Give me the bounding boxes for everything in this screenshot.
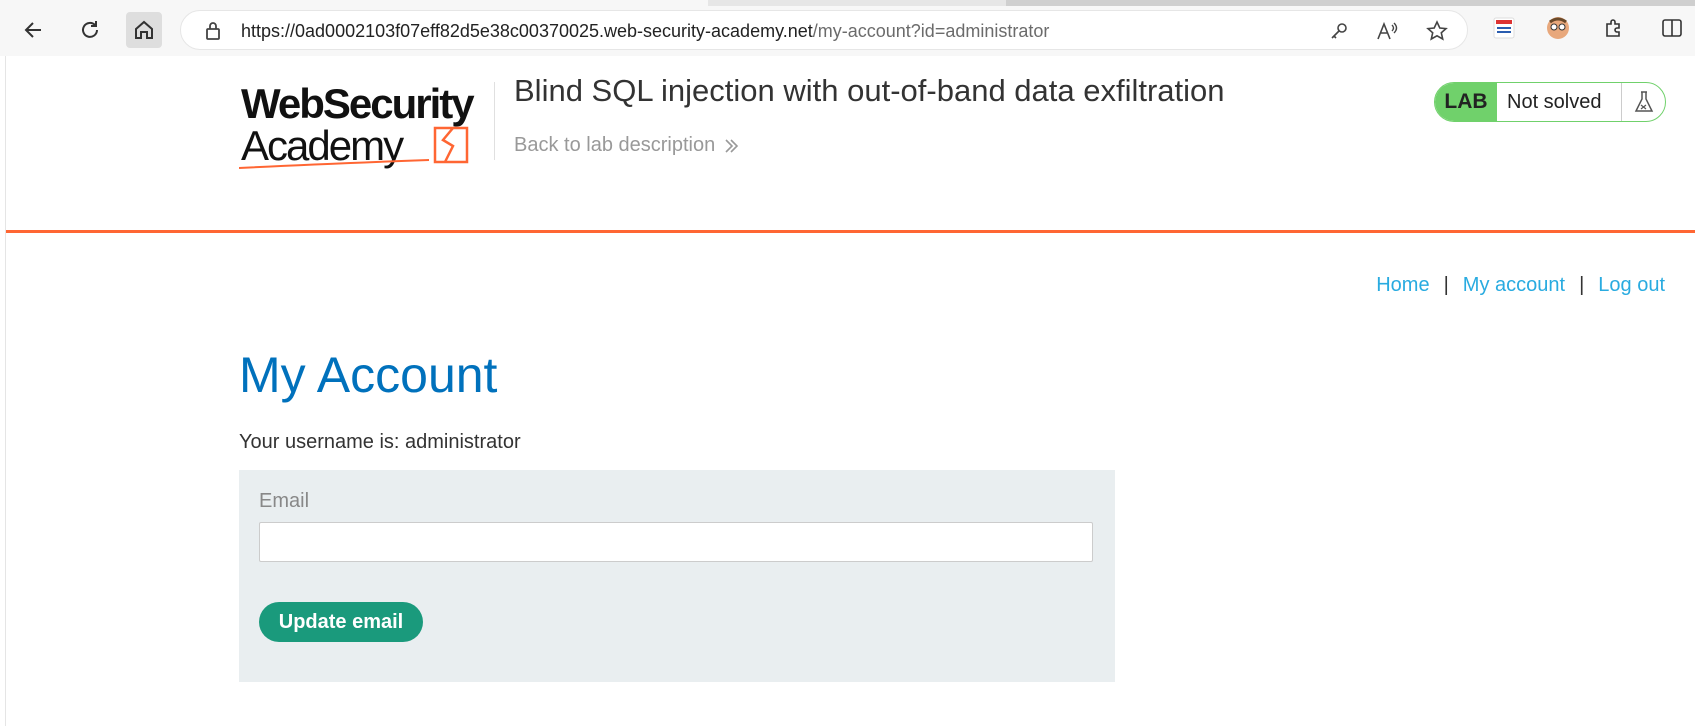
- header-divider: [494, 82, 495, 160]
- flask-icon: [1621, 83, 1665, 121]
- back-button[interactable]: [16, 12, 52, 48]
- back-link-label: Back to lab description: [514, 134, 716, 156]
- active-tab[interactable]: [0, 0, 708, 6]
- nav-my-account-link[interactable]: My account: [1463, 274, 1565, 297]
- inactive-tab[interactable]: [1006, 0, 1695, 6]
- lock-icon[interactable]: [201, 19, 225, 43]
- home-button[interactable]: [126, 12, 162, 48]
- email-label: Email: [259, 490, 310, 512]
- arrow-left-icon: [24, 22, 41, 38]
- url-host: https://0ad0002103f07eff82d5e38c00370025…: [241, 21, 813, 41]
- lab-title: Blind SQL injection with out-of-band dat…: [514, 73, 1225, 108]
- header-rule: [6, 230, 1695, 233]
- page-title: My Account: [239, 347, 498, 403]
- page-content: WebSecurity Academy Blind SQL injection …: [5, 56, 1695, 726]
- double-chevron-right-icon: [725, 138, 739, 153]
- lab-status-text: Not solved: [1507, 90, 1602, 113]
- email-field[interactable]: [259, 522, 1093, 562]
- reload-icon: [82, 21, 98, 38]
- extension-badge-icon[interactable]: [1490, 14, 1518, 42]
- split-screen-icon[interactable]: [1658, 14, 1686, 42]
- nav-home-link[interactable]: Home: [1376, 274, 1429, 297]
- home-icon: [135, 20, 153, 39]
- top-navigation: Home | My account | Log out: [1376, 274, 1665, 297]
- update-email-button[interactable]: Update email: [259, 602, 423, 642]
- update-email-form: Email Update email: [239, 470, 1115, 682]
- browser-toolbar: https://0ad0002103f07eff82d5e38c00370025…: [0, 0, 1695, 56]
- lab-status-widget: LAB Not solved: [1434, 82, 1666, 122]
- extensions-puzzle-icon[interactable]: [1600, 14, 1628, 42]
- profile-avatar-icon[interactable]: [1544, 14, 1572, 42]
- reload-button[interactable]: [72, 12, 108, 48]
- favorite-star-icon[interactable]: [1425, 19, 1449, 43]
- nav-log-out-link[interactable]: Log out: [1598, 274, 1665, 297]
- username-text: Your username is: administrator: [239, 431, 521, 453]
- lab-badge-label: LAB: [1435, 83, 1497, 121]
- logo-line1: WebSecurity: [241, 80, 475, 127]
- url-path: /my-account?id=administrator: [812, 21, 1050, 41]
- tab-strip: [0, 0, 1695, 6]
- web-security-academy-logo[interactable]: WebSecurity Academy: [238, 78, 497, 169]
- key-icon[interactable]: [1327, 19, 1351, 43]
- nav-separator: |: [1579, 274, 1585, 296]
- url-text[interactable]: https://0ad0002103f07eff82d5e38c00370025…: [241, 21, 1049, 42]
- read-aloud-icon[interactable]: [1375, 19, 1399, 43]
- back-to-lab-description-link[interactable]: Back to lab description: [514, 134, 739, 157]
- address-bar[interactable]: https://0ad0002103f07eff82d5e38c00370025…: [180, 10, 1468, 50]
- nav-separator: |: [1443, 274, 1449, 296]
